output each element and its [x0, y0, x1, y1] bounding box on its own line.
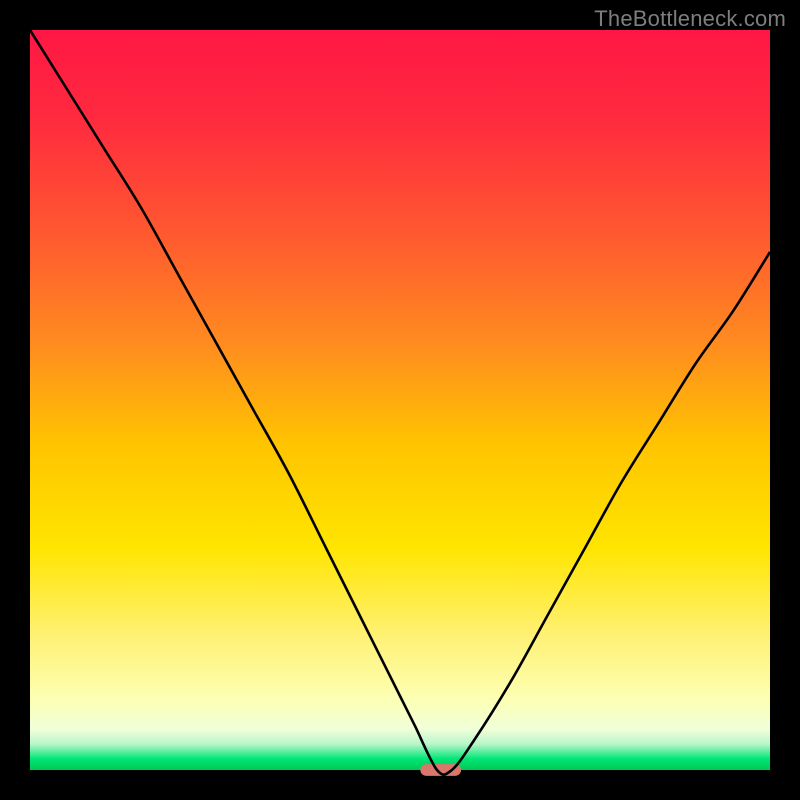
- plot-background: [30, 30, 770, 770]
- watermark-text: TheBottleneck.com: [594, 6, 786, 32]
- bottleneck-chart: [0, 0, 800, 800]
- chart-frame: TheBottleneck.com: [0, 0, 800, 800]
